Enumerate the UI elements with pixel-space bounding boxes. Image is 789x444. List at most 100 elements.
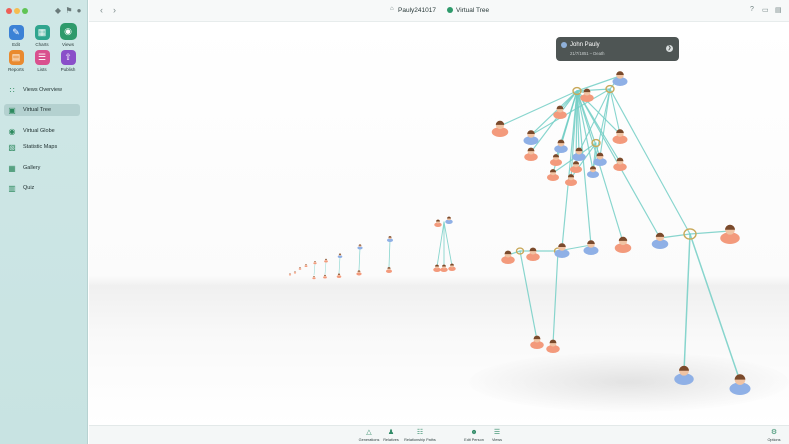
person-popover[interactable]: John Pauly 21/7/1851 – Death ❯ [556,37,679,61]
person-figure[interactable] [293,271,297,274]
person-figure[interactable] [298,267,302,270]
person-figure[interactable] [565,174,577,186]
person-figure[interactable] [304,264,308,267]
person-figure[interactable] [526,247,540,261]
window-zoom-button[interactable] [22,8,28,14]
flag-icon[interactable]: ⚑ [65,6,73,15]
sidebar-item-views-overview[interactable]: ∷ Views Overview [4,84,80,96]
publish-icon: ⇧ [60,50,76,65]
person-figure[interactable] [729,374,751,396]
generations-button[interactable]: △ Generations [357,429,381,442]
person-figure[interactable] [440,264,448,272]
views-tool-label: Views [62,42,74,47]
charts-tool-button[interactable]: ▦ Charts [31,25,53,47]
views-button[interactable]: ☰ Views [488,429,506,442]
person-figure[interactable] [524,147,538,161]
options-button[interactable]: ⚙ Options [764,429,784,442]
sidebar-item-virtual-globe[interactable]: ◉ Virtual Globe [4,125,80,137]
reports-tool-label: Reports [8,67,24,72]
sidebar-item-gallery[interactable]: ▦ Gallery [4,162,80,174]
person-figure[interactable] [501,250,515,264]
person-figure[interactable] [572,147,586,161]
connector-line [436,221,445,268]
person-figure[interactable] [530,335,544,350]
relationship-paths-button[interactable]: ☷ Relationship Paths [402,429,438,442]
sidebar-item-label: Virtual Globe [23,128,55,134]
views-icon: ☰ [493,429,501,436]
charts-tool-label: Charts [35,42,49,47]
relatives-button[interactable]: ♟ Relatives [381,429,401,442]
person-figure[interactable] [386,267,392,273]
person-figure[interactable] [323,274,327,279]
views-tool-button[interactable]: ◉ Views [57,23,79,47]
forward-arrow-icon[interactable]: › [113,5,116,15]
person-figure[interactable] [651,232,669,249]
person-figure[interactable] [387,236,393,242]
pencil-icon: ✎ [8,25,24,40]
virtual-tree-status-icon [447,7,453,13]
person-figure[interactable] [612,71,628,86]
sidebar-item-label: Quiz [23,185,35,191]
person-figure[interactable] [720,224,740,244]
edit-tool-button[interactable]: ✎ Edit [5,25,27,47]
person-figure[interactable] [312,275,316,280]
family-tree-3d[interactable] [89,22,789,425]
person-figure[interactable] [433,264,441,272]
sidebar-item-quiz[interactable]: ▥ Quiz [4,182,80,194]
person-figure[interactable] [554,139,568,153]
publish-tool-label: Publish [60,67,76,72]
person-figure[interactable] [445,216,453,224]
person-figure[interactable] [336,273,342,278]
lists-tool-label: Lists [37,67,47,72]
person-figure[interactable] [356,270,362,276]
publish-tool-button[interactable]: ⇧ Publish [57,50,79,72]
person-figure[interactable] [674,365,694,385]
people-icon[interactable]: ● [75,6,83,15]
person-figure[interactable] [612,129,628,144]
reports-tool-button[interactable]: ▤ Reports [5,50,27,72]
relationship-paths-label: Relationship Paths [404,438,436,442]
connector-line [324,261,327,275]
person-figure[interactable] [337,253,343,258]
person-figure[interactable] [547,169,559,181]
edit-tool-label: Edit [12,42,20,47]
edit-person-button[interactable]: ☻ Edit Person [462,429,486,442]
person-figure[interactable] [448,263,456,271]
person-figure[interactable] [583,240,599,255]
sidebar-item-virtual-tree[interactable]: ▣ Virtual Tree [4,104,80,116]
window-minimize-button[interactable] [14,8,20,14]
virtual-tree-canvas[interactable] [89,22,789,425]
person-figure[interactable] [288,273,292,276]
gallery-icon: ▦ [8,163,16,173]
person-figure[interactable] [357,244,363,250]
sidebar-item-label: Statistic Maps [23,144,58,150]
back-arrow-icon[interactable]: ‹ [100,5,103,15]
chevron-right-icon[interactable]: ❯ [666,45,673,52]
person-figure[interactable] [550,154,562,166]
person-figure[interactable] [546,339,560,354]
connector-line [609,88,621,135]
person-dates: 21/7/1851 – Death [570,51,605,56]
person-figure[interactable] [554,243,570,258]
person-figure[interactable] [434,219,442,227]
view-title: Virtual Tree [456,7,490,14]
person-figure[interactable] [587,166,599,178]
person-figure[interactable] [324,258,328,263]
connector-line [443,221,453,267]
lists-tool-button[interactable]: ☰ Lists [31,50,53,72]
edit-person-icon: ☻ [470,429,478,436]
connector-line [358,247,361,271]
person-figure[interactable] [593,152,607,166]
bookmark-icon[interactable]: ◆ [54,6,62,15]
person-figure[interactable] [313,260,317,265]
quiz-icon: ▥ [8,183,16,193]
sidebar-item-statistic-maps[interactable]: ▧ Statistic Maps [4,141,80,153]
window-layout-icon[interactable]: ▭ [762,6,769,14]
connector-line [519,250,538,341]
window-close-button[interactable] [6,8,12,14]
sidebar-toggle-icon[interactable]: ▤ [775,6,782,14]
connector-line [683,233,691,373]
help-icon[interactable]: ? [750,6,754,13]
views-overview-icon: ∷ [9,85,15,95]
person-figure[interactable] [614,236,632,253]
